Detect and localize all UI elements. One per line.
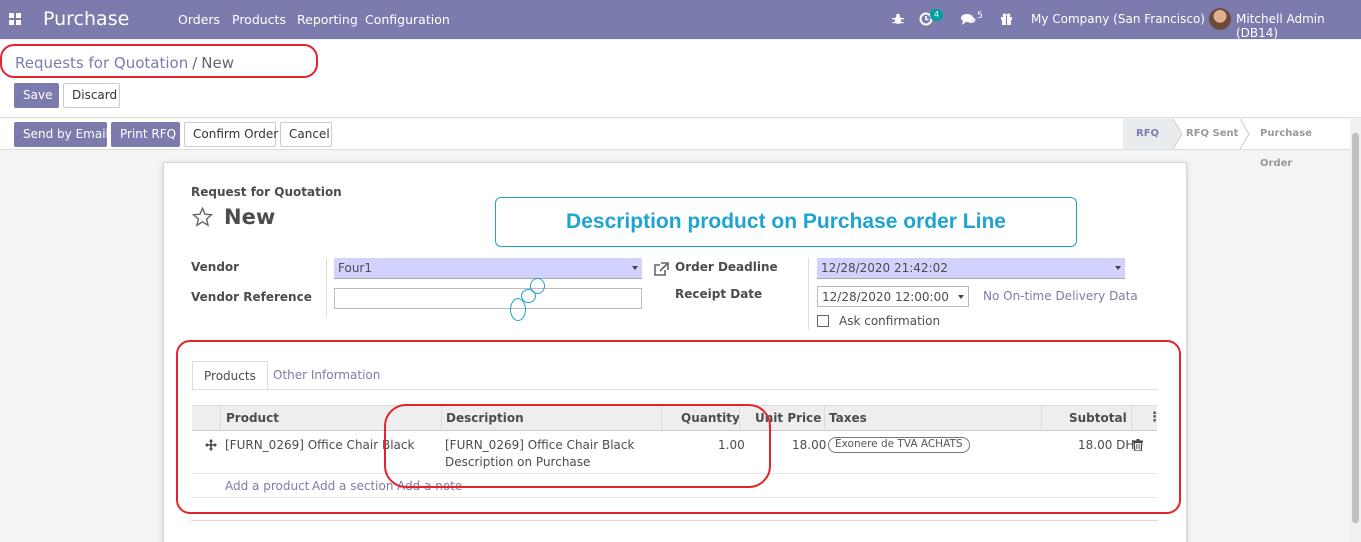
column-header-quantity[interactable]: Quantity [681, 406, 740, 431]
bug-icon[interactable] [892, 13, 904, 25]
column-header-subtotal[interactable]: Subtotal [1069, 406, 1127, 431]
optional-columns-icon[interactable]: ⋮ [1148, 406, 1161, 431]
column-header-unit-price[interactable]: Unit Price [755, 406, 821, 431]
document-name: New [224, 205, 276, 229]
company-switcher[interactable]: My Company (San Francisco) [1031, 12, 1205, 26]
page-scrollbar[interactable] [1350, 119, 1361, 542]
tab-other-information[interactable]: Other Information [262, 361, 391, 390]
app-menu-icon[interactable] [9, 13, 21, 25]
annotation-connector-loop [510, 298, 526, 321]
column-separator [824, 406, 825, 431]
form-statusbar: Send by Email Print RFQ Confirm Order Ca… [0, 119, 1350, 169]
tab-products[interactable]: Products [192, 361, 268, 390]
column-separator [739, 406, 740, 431]
column-separator [661, 406, 662, 431]
order-deadline-label: Order Deadline [675, 260, 778, 274]
add-note-link[interactable]: Add a note [397, 479, 462, 493]
vendor-label: Vendor [191, 260, 240, 274]
menu-products[interactable]: Products [232, 12, 286, 27]
column-separator [1041, 406, 1042, 431]
discard-button[interactable]: Discard [63, 83, 120, 108]
ask-confirmation-label: Ask confirmation [839, 314, 941, 328]
trash-icon[interactable] [1133, 439, 1143, 451]
user-avatar[interactable] [1209, 8, 1231, 30]
line-product[interactable]: [FURN_0269] Office Chair Black [225, 438, 414, 452]
order-deadline-field[interactable]: 12/28/2020 21:42:02 [817, 258, 1125, 279]
document-type-label: Request for Quotation [191, 185, 342, 199]
activity-count-badge: 4 [930, 9, 944, 21]
print-rfq-button[interactable]: Print RFQ [111, 122, 180, 147]
column-separator [441, 406, 442, 431]
add-product-link[interactable]: Add a product [225, 479, 309, 493]
section-divider [191, 520, 1158, 521]
line-unit-price[interactable]: 18.00 [792, 438, 826, 452]
column-divider [808, 258, 809, 330]
receipt-date-value: 12/28/2020 12:00:00 [822, 290, 949, 304]
order-lines-header: Product Description Quantity Unit Price … [192, 405, 1161, 431]
gift-icon[interactable] [1000, 12, 1013, 25]
line-quantity[interactable]: 1.00 [718, 438, 745, 452]
ontime-delivery-link[interactable]: No On-time Delivery Data [983, 289, 1138, 303]
ask-confirmation-checkbox[interactable] [817, 315, 829, 327]
stage-rfq[interactable]: RFQ [1123, 119, 1173, 149]
column-header-description[interactable]: Description [446, 406, 524, 431]
dropdown-caret-icon[interactable] [958, 295, 964, 299]
send-by-email-button[interactable]: Send by Email [14, 122, 109, 147]
receipt-date-label: Receipt Date [675, 287, 763, 301]
user-menu[interactable]: Mitchell Admin (DB14) [1236, 12, 1361, 40]
dropdown-caret-icon[interactable] [632, 266, 638, 270]
add-section-link[interactable]: Add a section [312, 479, 393, 493]
column-separator [1131, 406, 1132, 431]
stage-chevron-icon [1173, 119, 1183, 149]
stage-rfq-sent[interactable]: RFQ Sent [1186, 119, 1244, 149]
vendor-field[interactable]: Four1 [334, 258, 642, 279]
annotation-callout: Description product on Purchase order Li… [495, 197, 1077, 247]
column-separator [220, 406, 221, 431]
line-tax-tag[interactable]: Exonere de TVA ACHATS [828, 437, 970, 453]
menu-configuration[interactable]: Configuration [365, 12, 450, 27]
app-title: Purchase [43, 8, 130, 30]
stage-purchase-order[interactable]: Purchase Order [1260, 119, 1340, 169]
drag-handle-icon[interactable] [205, 439, 217, 451]
dropdown-caret-icon[interactable] [1115, 266, 1121, 270]
control-panel: Requests for Quotation / New Save Discard [0, 40, 1361, 118]
menu-reporting[interactable]: Reporting [297, 12, 358, 27]
messages-icon[interactable] [961, 13, 976, 25]
breadcrumb-separator: / [192, 54, 198, 72]
vendor-value: Four1 [338, 261, 372, 275]
row-divider [192, 497, 1157, 498]
top-navbar: Purchase Orders Products Reporting Confi… [0, 0, 1361, 40]
vendor-reference-label: Vendor Reference [191, 290, 312, 304]
line-description-line1[interactable]: [FURN_0269] Office Chair Black [445, 438, 634, 452]
breadcrumb: Requests for Quotation / New [15, 54, 234, 72]
vendor-reference-input[interactable] [334, 288, 642, 309]
confirm-order-button[interactable]: Confirm Order [184, 122, 278, 147]
line-description-line2[interactable]: Description on Purchase [445, 455, 590, 469]
tab-divider [191, 389, 1158, 390]
messages-count: 5 [977, 11, 983, 21]
column-divider [326, 258, 327, 316]
external-link-icon[interactable] [653, 262, 669, 277]
row-divider [192, 473, 1157, 474]
order-deadline-value: 12/28/2020 21:42:02 [821, 261, 948, 275]
save-button[interactable]: Save [14, 83, 59, 108]
stage-chevron-icon [1240, 119, 1250, 149]
breadcrumb-parent-link[interactable]: Requests for Quotation [15, 54, 188, 72]
cancel-button[interactable]: Cancel [280, 122, 332, 147]
menu-orders[interactable]: Orders [178, 12, 220, 27]
favorite-star-icon[interactable] [192, 207, 213, 227]
column-header-taxes[interactable]: Taxes [829, 406, 867, 431]
line-subtotal: 18.00 DH [1078, 438, 1135, 452]
column-header-product[interactable]: Product [226, 406, 279, 431]
breadcrumb-current: New [201, 54, 234, 72]
scrollbar-thumb[interactable] [1352, 133, 1359, 523]
receipt-date-field[interactable]: 12/28/2020 12:00:00 [817, 286, 969, 307]
